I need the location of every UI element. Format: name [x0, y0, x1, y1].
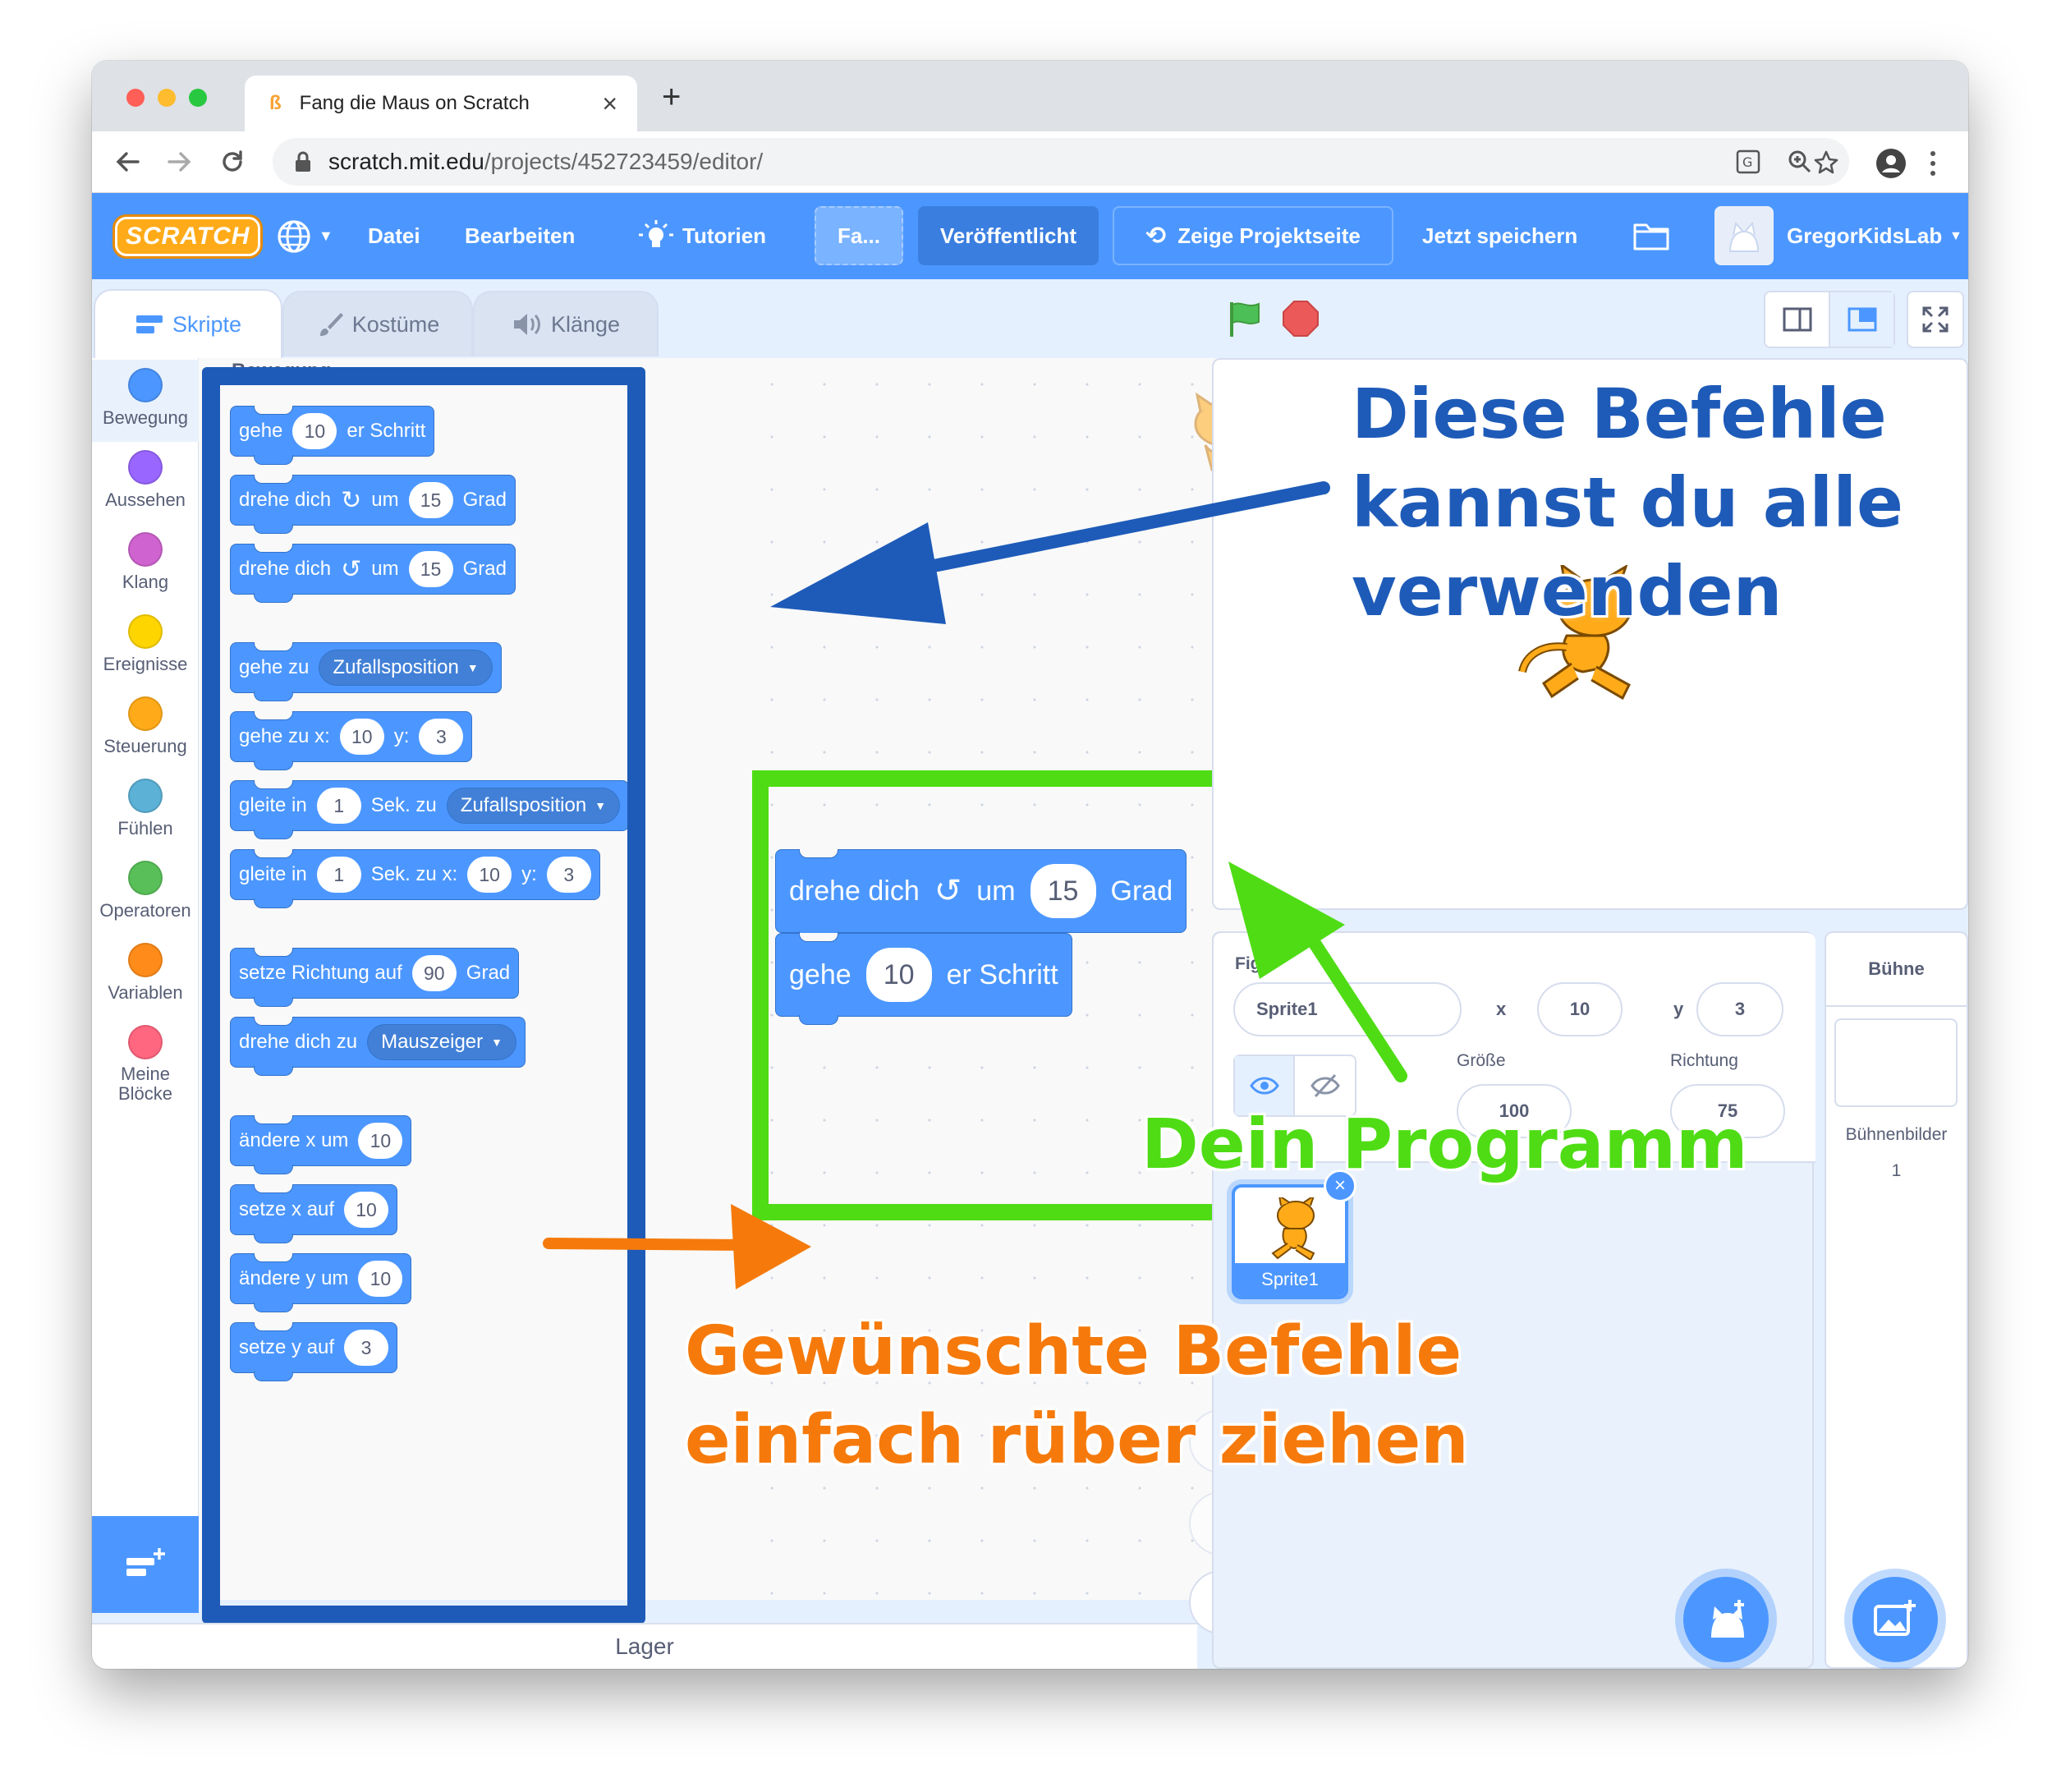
annotation-blue: Diese Befehle kannst du alle verwenden [1352, 370, 1903, 636]
annotation-orange-line-2: einfach rüber ziehen [685, 1401, 1469, 1479]
annotation-blue-line-2: kannst du alle [1352, 462, 1903, 543]
blue-arrow [907, 481, 1330, 577]
annotation-blue-line-3: verwenden [1352, 551, 1783, 632]
browser-window: ß Fang die Maus on Scratch × + scratch.m… [92, 61, 1968, 1669]
annotation-blue-line-1: Diese Befehle [1352, 374, 1887, 454]
orange-arrowhead [731, 1204, 811, 1289]
annotation-orange-line-1: Gewünschte Befehle [685, 1312, 1462, 1390]
orange-arrow [543, 1238, 755, 1251]
annotation-green: Dein Programm [1141, 1104, 1748, 1184]
annotation-orange: Gewünschte Befehle einfach rüber ziehen [685, 1307, 1469, 1485]
blue-arrowhead [770, 522, 946, 624]
